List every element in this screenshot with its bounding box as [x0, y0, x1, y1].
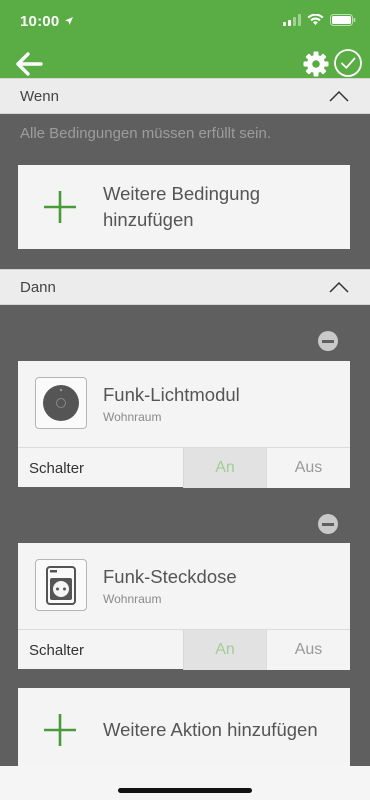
switch-on-button[interactable]: An: [183, 630, 266, 670]
action-card-light-module: Funk-Lichtmodul Wohnraum Schalter An Aus: [18, 361, 350, 488]
location-arrow-icon: [65, 17, 73, 25]
when-section-header[interactable]: Wenn: [0, 78, 370, 114]
home-indicator[interactable]: [118, 788, 252, 793]
switch-row: Schalter An Aus: [18, 629, 350, 670]
then-section-header[interactable]: Dann: [0, 269, 370, 305]
status-bar: 10:00: [0, 0, 370, 44]
conditions-hint: Alle Bedingungen müssen erfüllt sein.: [20, 125, 271, 142]
back-arrow-icon[interactable]: [14, 50, 44, 78]
light-module-icon: [35, 377, 87, 429]
plus-icon: [44, 191, 76, 223]
gear-icon[interactable]: [302, 50, 330, 78]
remove-action-icon[interactable]: [318, 514, 338, 534]
action-card-socket: Funk-Steckdose Wohnraum Schalter An Aus: [18, 543, 350, 670]
wifi-icon: [307, 14, 324, 25]
switch-row: Schalter An Aus: [18, 447, 350, 488]
status-indicators: [283, 14, 356, 26]
plus-icon: [44, 714, 76, 746]
add-condition-button[interactable]: Weitere Bedingung hinzufügen: [18, 165, 350, 249]
switch-on-button[interactable]: An: [183, 448, 266, 488]
device-name: Funk-Lichtmodul: [103, 384, 240, 405]
switch-label: Schalter: [29, 460, 85, 477]
confirm-check-icon[interactable]: [333, 48, 363, 78]
add-action-button[interactable]: Weitere Aktion hinzufügen: [18, 688, 350, 766]
device-room: Wohnraum: [103, 592, 162, 606]
switch-off-button[interactable]: Aus: [266, 630, 350, 670]
when-section-title: Wenn: [20, 88, 59, 105]
switch-label: Schalter: [29, 642, 85, 659]
add-action-label: Weitere Aktion hinzufügen: [103, 719, 318, 740]
device-name: Funk-Steckdose: [103, 566, 237, 587]
device-room: Wohnraum: [103, 410, 162, 424]
battery-icon: [330, 14, 356, 26]
chevron-up-icon[interactable]: [328, 88, 350, 104]
chevron-up-icon[interactable]: [328, 279, 350, 295]
then-section-title: Dann: [20, 279, 56, 296]
socket-icon: [35, 559, 87, 611]
signal-icon: [283, 14, 301, 26]
switch-off-button[interactable]: Aus: [266, 448, 350, 488]
add-condition-label: Weitere Bedingung hinzufügen: [103, 183, 261, 230]
home-indicator-area: [0, 766, 370, 800]
remove-action-icon[interactable]: [318, 331, 338, 351]
status-time: 10:00: [20, 13, 60, 30]
